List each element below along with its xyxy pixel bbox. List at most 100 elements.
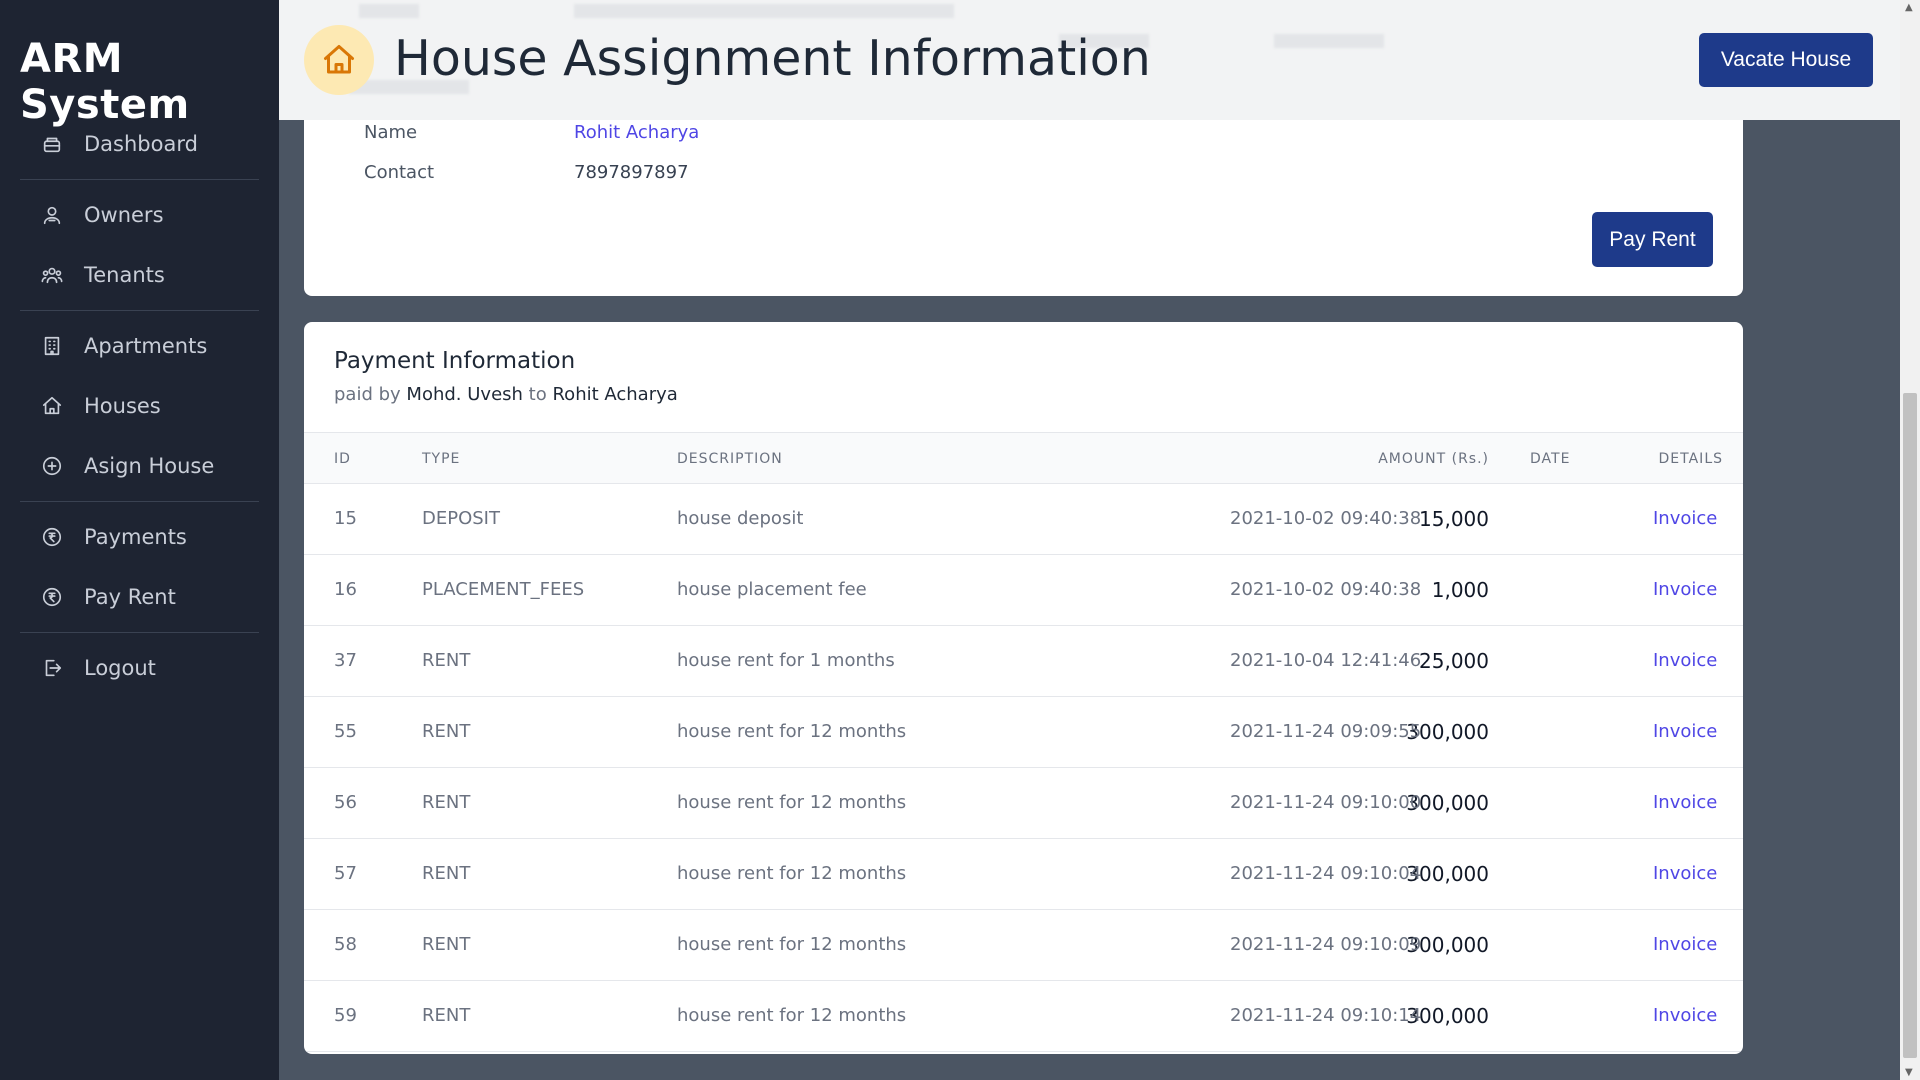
tenant-name-link[interactable]: Rohit Acharya <box>574 122 699 143</box>
divider <box>20 310 259 311</box>
sidebar-item-label: Owners <box>84 203 164 227</box>
table-row: 56 RENT house rent for 12 months 300,000 202… <box>304 768 1743 839</box>
blurred-content <box>574 4 954 18</box>
table-row: 57 RENT house rent for 12 months 300,000 202… <box>304 839 1743 910</box>
table-row: 59 RENT house rent for 12 months 300,000 202… <box>304 981 1743 1052</box>
table-row: 37 RENT house rent for 1 months 25,000 2021-… <box>304 626 1743 697</box>
name-label: Name <box>364 122 418 143</box>
scroll-up-arrow-icon[interactable]: ▲ <box>1905 2 1913 13</box>
divider <box>20 632 259 633</box>
rupee-icon <box>40 525 64 549</box>
cell-description: house placement fee <box>677 579 867 600</box>
cell-description: house rent for 12 months <box>677 934 907 955</box>
cell-description: house rent for 1 months <box>677 650 895 671</box>
payee-name: Rohit Acharya <box>552 384 678 405</box>
cell-id: 57 <box>334 863 357 884</box>
cell-date: 2021-10-02 09:40:38 <box>1230 508 1422 529</box>
cell-type: RENT <box>422 721 471 742</box>
subtitle-mid: to <box>528 384 547 405</box>
cell-description: house rent for 12 months <box>677 792 907 813</box>
subtitle-prefix: paid by <box>334 384 401 405</box>
invoice-link[interactable]: Invoice <box>1653 934 1717 955</box>
building-icon <box>40 334 64 358</box>
sidebar-item-asign-house[interactable]: Asign House <box>20 436 259 496</box>
sidebar-item-apartments[interactable]: Apartments <box>20 316 259 376</box>
blurred-content <box>1274 34 1384 48</box>
pay-rent-button[interactable]: Pay Rent <box>1592 212 1713 267</box>
cell-description: house rent for 12 months <box>677 721 907 742</box>
sidebar-nav: Dashboard Owners Tenants Apartments Hous… <box>20 114 259 698</box>
payment-card: Payment Information paid by Mohd. Uvesh … <box>304 322 1743 1054</box>
cell-type: RENT <box>422 1005 471 1026</box>
sidebar-item-label: Tenants <box>84 263 165 287</box>
cell-id: 15 <box>334 508 357 529</box>
column-header-id: ID <box>334 451 351 467</box>
tenant-card: Name Rohit Acharya Contact 7897897897 Pa… <box>304 120 1743 296</box>
payment-subtitle: paid by Mohd. Uvesh to Rohit Acharya <box>334 384 678 405</box>
home-icon <box>324 45 354 74</box>
sidebar-item-payments[interactable]: Payments <box>20 507 259 567</box>
column-header-date: DATE <box>1530 451 1571 467</box>
blurred-content <box>359 4 419 18</box>
cell-description: house rent for 12 months <box>677 1005 907 1026</box>
payment-title: Payment Information <box>334 348 576 374</box>
vacate-house-button[interactable]: Vacate House <box>1699 33 1873 87</box>
cell-id: 16 <box>334 579 357 600</box>
table-row: 58 RENT house rent for 12 months 300,000 202… <box>304 910 1743 981</box>
sidebar-item-label: Houses <box>84 394 161 418</box>
cell-type: PLACEMENT_FEES <box>422 579 585 600</box>
cell-date: 2021-10-04 12:41:46 <box>1230 650 1422 671</box>
column-header-description: DESCRIPTION <box>677 451 783 467</box>
divider <box>20 179 259 180</box>
sidebar-item-label: Dashboard <box>84 132 198 156</box>
table-header: ID TYPE DESCRIPTION AMOUNT (Rs.) DATE DE… <box>304 432 1743 484</box>
cell-id: 55 <box>334 721 357 742</box>
cell-date: 2021-11-24 09:10:09 <box>1230 934 1422 955</box>
sidebar-item-label: Payments <box>84 525 187 549</box>
sidebar: ARM System Dashboard Owners Tenants Apar… <box>0 0 279 1080</box>
invoice-link[interactable]: Invoice <box>1653 579 1717 600</box>
column-header-type: TYPE <box>422 451 461 467</box>
invoice-link[interactable]: Invoice <box>1653 792 1717 813</box>
sidebar-item-logout[interactable]: Logout <box>20 638 259 698</box>
dashboard-icon <box>40 132 64 156</box>
cell-date: 2021-11-24 09:10:14 <box>1230 1005 1422 1026</box>
cell-date: 2021-11-24 09:09:55 <box>1230 721 1422 742</box>
sidebar-item-label: Logout <box>84 656 156 680</box>
page-scrollbar[interactable]: ▲ ▼ <box>1900 0 1920 1080</box>
divider <box>20 501 259 502</box>
sidebar-item-label: Asign House <box>84 454 215 478</box>
invoice-link[interactable]: Invoice <box>1653 508 1717 529</box>
column-header-details: DETAILS <box>1658 451 1723 467</box>
cell-date: 2021-10-02 09:40:38 <box>1230 579 1422 600</box>
sidebar-item-dashboard[interactable]: Dashboard <box>20 114 259 174</box>
invoice-link[interactable]: Invoice <box>1653 1005 1717 1026</box>
tenants-icon <box>40 263 64 287</box>
sidebar-item-label: Apartments <box>84 334 208 358</box>
cell-id: 37 <box>334 650 357 671</box>
cell-date: 2021-11-24 09:10:04 <box>1230 863 1422 884</box>
cell-type: RENT <box>422 934 471 955</box>
owners-icon <box>40 203 64 227</box>
invoice-link[interactable]: Invoice <box>1653 721 1717 742</box>
cell-id: 58 <box>334 934 357 955</box>
invoice-link[interactable]: Invoice <box>1653 650 1717 671</box>
sidebar-item-tenants[interactable]: Tenants <box>20 245 259 305</box>
cell-type: DEPOSIT <box>422 508 500 529</box>
sidebar-item-label: Pay Rent <box>84 585 176 609</box>
home-badge <box>304 25 374 95</box>
sidebar-item-houses[interactable]: Houses <box>20 376 259 436</box>
column-header-amount: AMOUNT (Rs.) <box>1378 451 1489 467</box>
cell-type: RENT <box>422 863 471 884</box>
sidebar-item-pay-rent[interactable]: Pay Rent <box>20 567 259 627</box>
table-row: 55 RENT house rent for 12 months 300,000 202… <box>304 697 1743 768</box>
scrollbar-thumb[interactable] <box>1903 393 1917 1058</box>
scroll-down-arrow-icon[interactable]: ▼ <box>1905 1067 1913 1078</box>
sidebar-item-owners[interactable]: Owners <box>20 185 259 245</box>
rupee-icon <box>40 585 64 609</box>
cell-type: RENT <box>422 650 471 671</box>
payer-name: Mohd. Uvesh <box>406 384 523 405</box>
invoice-link[interactable]: Invoice <box>1653 863 1717 884</box>
table-row: 16 PLACEMENT_FEES house placement fee 1,000… <box>304 555 1743 626</box>
logout-icon <box>40 656 64 680</box>
